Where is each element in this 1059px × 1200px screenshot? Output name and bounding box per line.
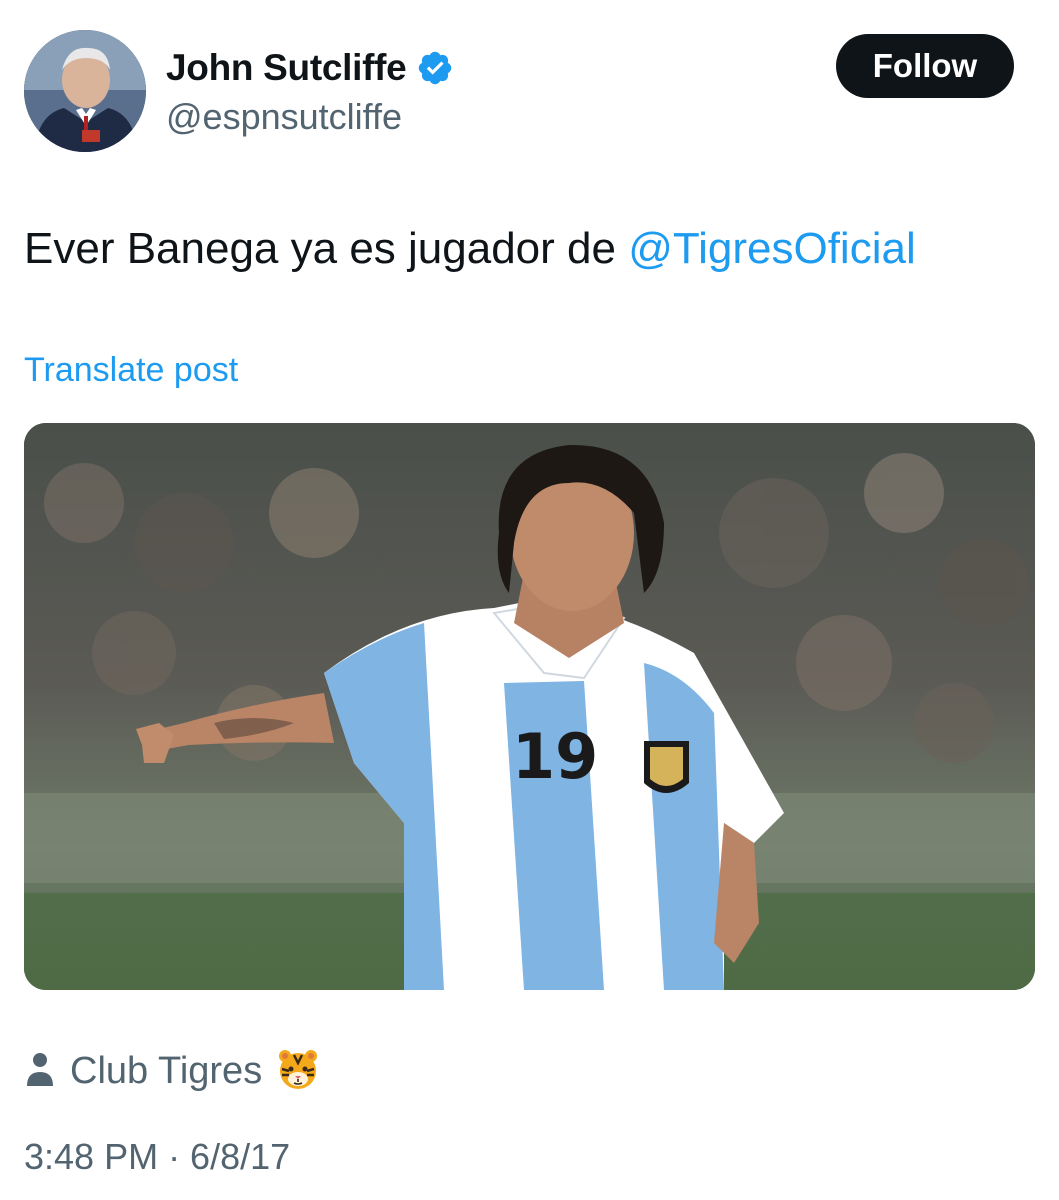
post-media-image[interactable]: 19: [24, 423, 1035, 990]
translate-post-link[interactable]: Translate post: [24, 351, 238, 390]
mention-link[interactable]: @TigresOficial: [628, 224, 916, 273]
verified-badge-icon: [416, 49, 454, 87]
post-text: Ever Banega ya es jugador de @TigresOfic…: [24, 222, 916, 276]
football-player-photo: 19: [24, 423, 1035, 990]
post-text-body: Ever Banega ya es jugador de: [24, 224, 629, 273]
author-name-row: John Sutcliffe: [166, 42, 454, 94]
location-label: Club Tigres: [70, 1049, 263, 1092]
avatar-photo: [24, 30, 146, 152]
post-timestamp[interactable]: 3:48 PM · 6/8/17: [24, 1136, 290, 1178]
location-row[interactable]: Club Tigres: [24, 1044, 320, 1098]
tiger-emoji-icon: [276, 1047, 320, 1096]
jersey-number: 19: [512, 720, 598, 793]
avatar[interactable]: [24, 30, 146, 152]
display-name[interactable]: John Sutcliffe: [166, 47, 407, 89]
follow-button[interactable]: Follow: [836, 34, 1014, 98]
person-icon: [24, 1048, 56, 1095]
author-handle[interactable]: @espnsutcliffe: [166, 96, 402, 138]
